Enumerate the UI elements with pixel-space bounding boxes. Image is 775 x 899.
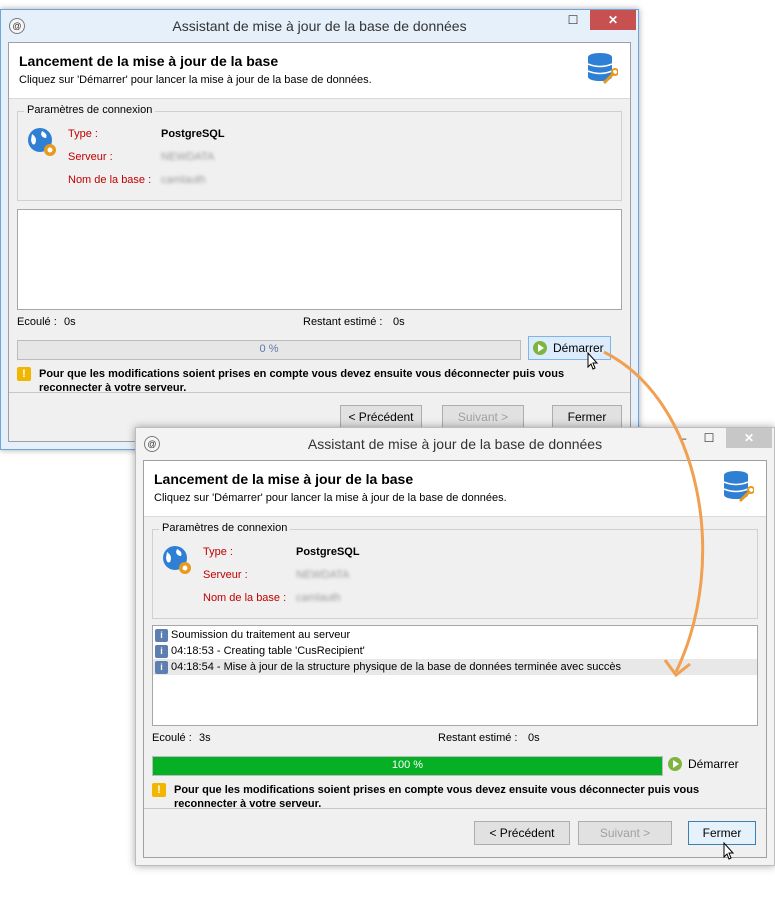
log-panel[interactable]: i Soumission du traitement au serveur i 04… [152, 625, 758, 726]
elapsed-value: 3s [199, 732, 211, 744]
maximize-icon[interactable]: ☐ [696, 428, 722, 448]
server-value: NEWDATA [161, 151, 215, 163]
close-button[interactable]: Fermer [688, 821, 756, 845]
warning-icon: ! [17, 367, 31, 381]
type-value: PostgreSQL [296, 546, 360, 558]
next-button[interactable]: Suivant > [578, 821, 672, 845]
elapsed-label: Ecoulé : [152, 732, 192, 744]
server-label: Serveur : [203, 569, 248, 581]
wizard-window-before: @ Assistant de mise à jour de la base de… [0, 9, 639, 450]
previous-button[interactable]: < Précédent [474, 821, 570, 845]
close-icon[interactable]: ✕ [590, 10, 636, 30]
title-bar[interactable]: @ Assistant de mise à jour de la base de… [136, 428, 774, 459]
database-name-value: camlauth [161, 174, 206, 186]
log-line[interactable]: i 04:18:54 - Mise à jour de la structure … [153, 659, 757, 675]
start-button[interactable]: Démarrer [664, 753, 745, 775]
wizard-window-after: @ Assistant de mise à jour de la base de… [135, 427, 775, 866]
globe-gear-icon [28, 128, 56, 156]
database-name-value: camlauth [296, 592, 341, 604]
warning-message: Pour que les modifications soient prises… [39, 368, 565, 394]
warning-message: Pour que les modifications soient prises… [174, 784, 700, 810]
remaining-value: 0s [393, 316, 405, 328]
play-icon [668, 757, 682, 771]
page-title: Lancement de la mise à jour de la base [19, 53, 279, 69]
previous-button[interactable]: < Précédent [340, 405, 422, 429]
connection-parameters-group: Paramètres de connexion Type : PostgreSQ… [152, 522, 758, 619]
elapsed-value: 0s [64, 316, 76, 328]
info-icon: i [155, 628, 168, 642]
server-value: NEWDATA [296, 569, 350, 581]
maximize-icon[interactable]: ☐ [560, 10, 586, 30]
log-line[interactable]: i 04:18:53 - Creating table 'CusRecipient… [153, 643, 757, 659]
warning-icon: ! [152, 783, 166, 797]
page-subtitle: Cliquez sur 'Démarrer' pour lancer la mi… [154, 492, 507, 504]
log-panel[interactable] [17, 209, 622, 310]
remaining-label: Restant estimé : [438, 732, 518, 744]
minimize-icon[interactable]: – [670, 428, 696, 448]
play-icon [533, 341, 547, 355]
connection-parameters-group: Paramètres de connexion Type : PostgreSQ… [17, 104, 622, 201]
server-label: Serveur : [68, 151, 113, 163]
type-label: Type : [203, 546, 233, 558]
globe-gear-icon [163, 546, 191, 574]
page-subtitle: Cliquez sur 'Démarrer' pour lancer la mi… [19, 74, 372, 86]
database-name-label: Nom de la base : [203, 592, 287, 604]
wizard-body: Lancement de la mise à jour de la base C… [8, 42, 631, 442]
title-bar[interactable]: @ Assistant de mise à jour de la base de… [1, 10, 638, 41]
start-button-label: Démarrer [688, 757, 739, 771]
database-name-label: Nom de la base : [68, 174, 152, 186]
group-title: Paramètres de connexion [159, 522, 291, 534]
type-value: PostgreSQL [161, 128, 225, 140]
database-wrench-icon [723, 471, 754, 503]
progress-text: 0 % [259, 343, 279, 355]
mouse-cursor-icon [587, 352, 599, 370]
log-line[interactable]: i Soumission du traitement au serveur [153, 627, 757, 643]
remaining-label: Restant estimé : [303, 316, 383, 328]
group-title: Paramètres de connexion [24, 104, 156, 116]
mouse-cursor-icon [723, 842, 735, 860]
database-wrench-icon [587, 53, 618, 85]
remaining-value: 0s [528, 732, 540, 744]
type-label: Type : [68, 128, 98, 140]
page-title: Lancement de la mise à jour de la base [154, 471, 414, 487]
wizard-footer: < Précédent Suivant > Fermer [144, 808, 766, 857]
progress-bar: 100 % [152, 756, 663, 776]
close-button[interactable]: Fermer [552, 405, 622, 429]
wizard-header: Lancement de la mise à jour de la base C… [144, 461, 766, 517]
info-icon: i [155, 660, 168, 674]
elapsed-label: Ecoulé : [17, 316, 57, 328]
window-title: Assistant de mise à jour de la base de d… [172, 18, 467, 34]
wizard-header: Lancement de la mise à jour de la base C… [9, 43, 630, 99]
info-icon: i [155, 644, 168, 658]
wizard-body: Lancement de la mise à jour de la base C… [143, 460, 767, 858]
progress-bar: 0 % [17, 340, 521, 360]
next-button[interactable]: Suivant > [442, 405, 524, 429]
progress-text: 100 % [391, 759, 424, 771]
close-icon[interactable]: ✕ [726, 428, 772, 448]
